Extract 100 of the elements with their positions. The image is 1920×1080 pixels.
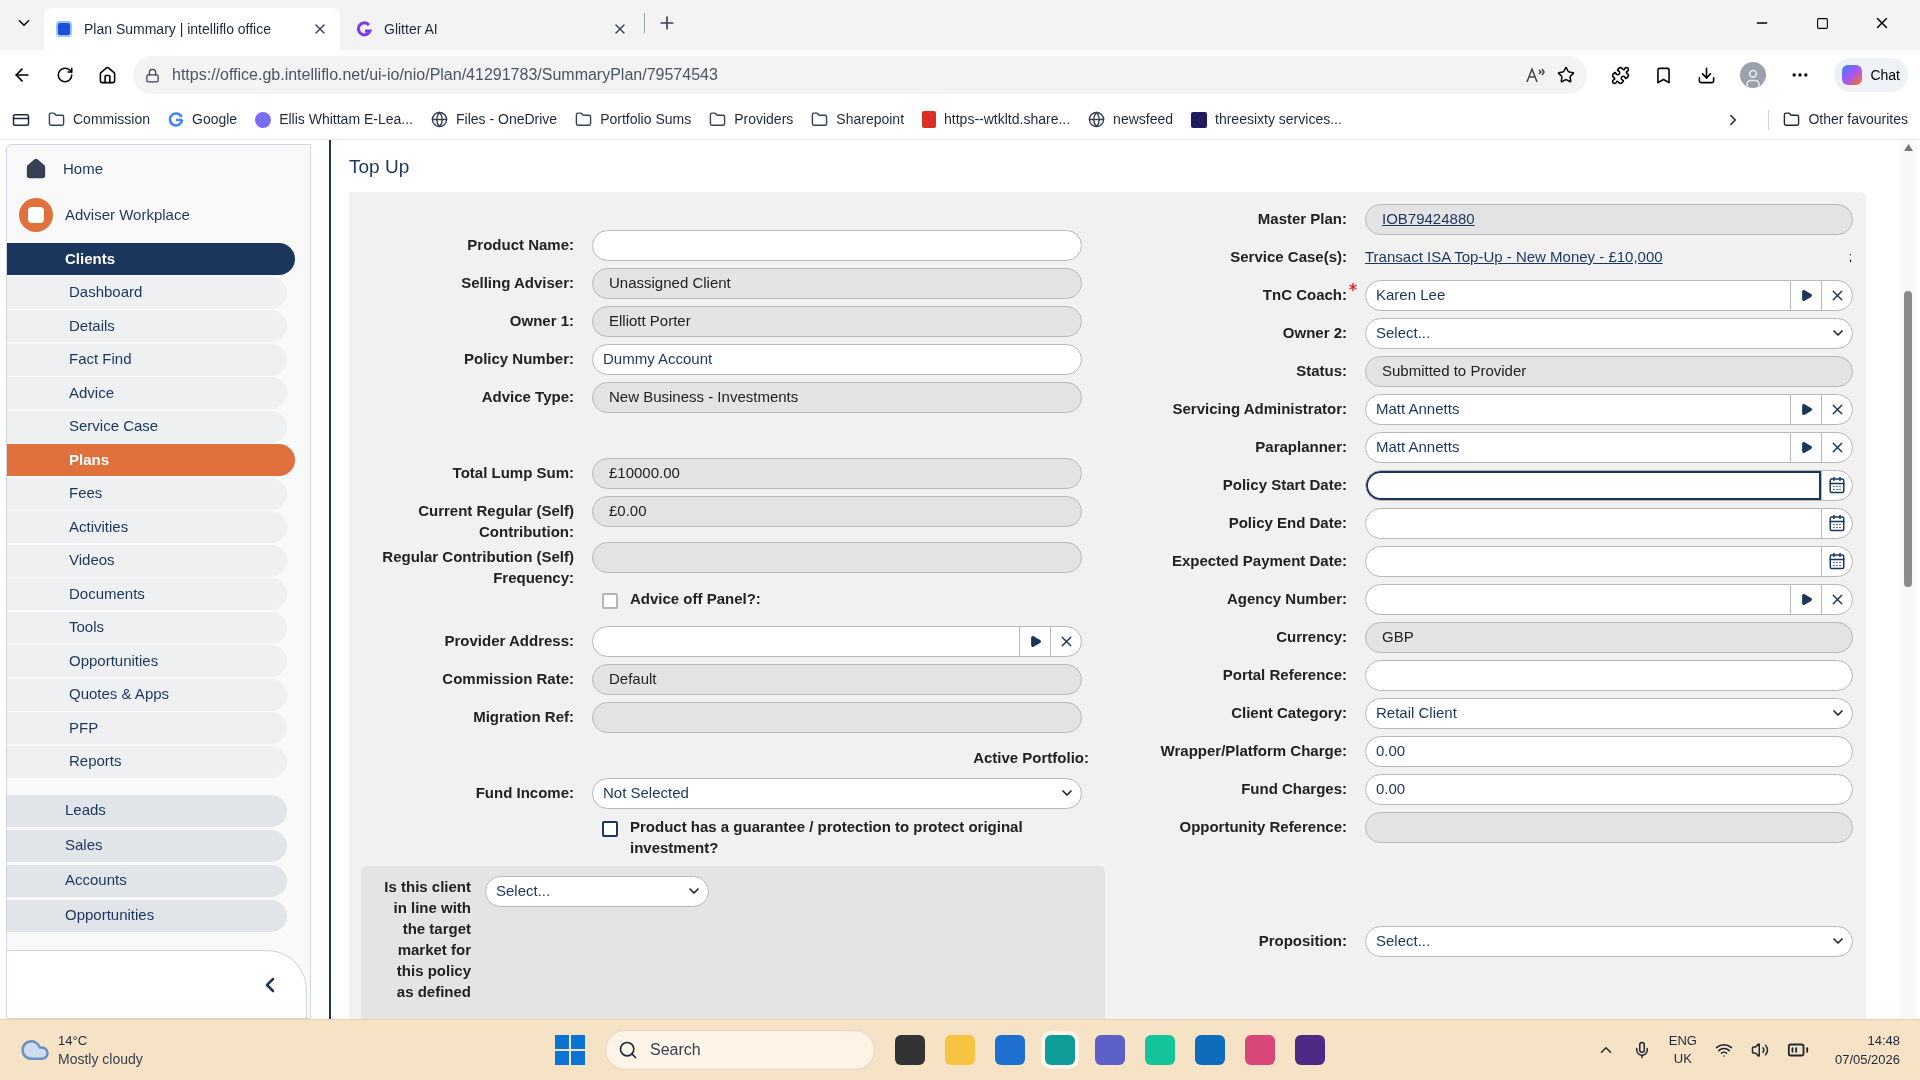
- select-field[interactable]: Select...: [485, 875, 709, 907]
- lookup-field[interactable]: Matt Annetts: [1365, 431, 1853, 463]
- browser-tab[interactable]: Plan Summary | intelliflo office: [44, 8, 340, 50]
- maximize-icon[interactable]: [1815, 16, 1829, 30]
- bookmark-item[interactable]: threesixty services...: [1191, 109, 1342, 130]
- input-field[interactable]: [592, 701, 1082, 733]
- language-text[interactable]: ENG: [1668, 1032, 1697, 1050]
- nav-item[interactable]: Activities: [7, 511, 287, 543]
- input-field[interactable]: [592, 229, 1082, 261]
- input-field[interactable]: [1365, 811, 1853, 843]
- weather-text: Mostly cloudy: [58, 1050, 143, 1069]
- field-label: Paraplanner:: [1255, 436, 1347, 457]
- lookup-field[interactable]: Matt Annetts: [1365, 393, 1853, 425]
- input-field[interactable]: £0.00: [592, 495, 1082, 527]
- nav-item[interactable]: Documents: [7, 578, 287, 610]
- start-icon[interactable]: [555, 1035, 585, 1065]
- input-field[interactable]: [1365, 659, 1853, 691]
- nav-item[interactable]: Dashboard: [7, 276, 287, 309]
- input-field[interactable]: IOB79424880: [1365, 203, 1853, 235]
- field-label: Migration Ref:: [473, 706, 574, 727]
- select-field[interactable]: Select...: [1365, 925, 1853, 957]
- checkbox[interactable]: [602, 820, 618, 837]
- date-field[interactable]: [1365, 545, 1853, 577]
- lookup-field[interactable]: [592, 625, 1082, 657]
- input-field[interactable]: Submitted to Provider: [1365, 355, 1853, 387]
- bookmark-item[interactable]: Providers: [709, 109, 794, 130]
- field-label: Portal Reference:: [1222, 664, 1347, 685]
- input-field[interactable]: New Business - Investments: [592, 381, 1082, 413]
- nav-item[interactable]: Advice: [7, 377, 287, 409]
- home-icon[interactable]: [98, 65, 117, 85]
- nav-item[interactable]: Details: [7, 310, 287, 342]
- bookmark-item[interactable]: Portfolio Sums: [575, 109, 692, 130]
- input-field[interactable]: Unassigned Client: [592, 267, 1082, 299]
- lookup-field[interactable]: [1365, 583, 1853, 615]
- nav-item[interactable]: PFP: [7, 712, 287, 744]
- nav-link[interactable]: Home: [7, 147, 310, 191]
- date-field[interactable]: [1365, 507, 1853, 539]
- bookmark-item[interactable]: Commission: [48, 109, 150, 130]
- select-field[interactable]: Not Selected: [592, 777, 1082, 809]
- nav-item[interactable]: Videos: [7, 544, 287, 577]
- service-case-link[interactable]: Transact ISA Top-Up - New Money - £10,000: [1365, 245, 1849, 269]
- reload-icon[interactable]: [56, 66, 74, 84]
- clock-time[interactable]: 14:48: [1867, 1031, 1900, 1050]
- lookup-field[interactable]: Karen Lee: [1365, 279, 1853, 311]
- input-field[interactable]: Default: [592, 663, 1082, 695]
- field-label: Client Category:: [1231, 702, 1347, 723]
- tab-title: Glitter AI: [384, 19, 439, 39]
- field-label: Owner 1:: [509, 310, 574, 331]
- input-field[interactable]: 0.00: [1365, 735, 1853, 767]
- nav-item[interactable]: Tools: [7, 611, 287, 644]
- bookmark-item[interactable]: Ellis Whittam E-Lea...: [255, 109, 413, 130]
- region-text[interactable]: UK: [1673, 1050, 1692, 1068]
- scrollbar-thumb[interactable]: [1904, 291, 1912, 587]
- nav-item[interactable]: Reports: [7, 745, 287, 778]
- nav-item[interactable]: Quotes & Apps: [7, 678, 287, 711]
- nav-section[interactable]: Opportunities: [7, 899, 287, 932]
- input-field[interactable]: Elliott Porter: [592, 305, 1082, 337]
- nav-section[interactable]: Leads: [7, 794, 287, 827]
- read-aloud-icon[interactable]: [1525, 66, 1546, 84]
- input-field[interactable]: 0.00: [1365, 773, 1853, 805]
- bookmark-item[interactable]: Google: [168, 109, 238, 130]
- nav-item[interactable]: Fees: [7, 477, 287, 510]
- field-label: Regular Contribution (Self) Frequency:: [381, 546, 574, 588]
- field-label: Opportunity Reference:: [1179, 816, 1347, 837]
- plan-link[interactable]: IOB79424880: [1382, 207, 1475, 231]
- input-field[interactable]: GBP: [1365, 621, 1853, 653]
- favorite-star-icon[interactable]: [1557, 66, 1576, 84]
- nav-item[interactable]: Opportunities: [7, 645, 287, 677]
- input-field[interactable]: [592, 541, 1082, 573]
- nav-link[interactable]: Adviser Workplace: [7, 191, 310, 239]
- clock-date[interactable]: 07/05/2026: [1834, 1050, 1900, 1069]
- nav-section[interactable]: Clients: [7, 243, 295, 275]
- nav-item[interactable]: Service Case: [7, 410, 287, 443]
- person-badge-icon: [19, 198, 53, 232]
- select-field[interactable]: Select...: [1365, 317, 1853, 349]
- browser-tab[interactable]: Glitter AI: [344, 8, 640, 50]
- nav-section[interactable]: Accounts: [7, 864, 287, 897]
- address-bar[interactable]: https://office.gb.intelliflo.net/ui-io/nio/Plan/41291783/SummaryPlan/79574543: [133, 56, 1588, 94]
- scroll-up-icon[interactable]: [1903, 144, 1913, 151]
- input-field[interactable]: £10000.00: [592, 457, 1082, 489]
- download-icon[interactable]: [1697, 65, 1717, 85]
- bookmark-item[interactable]: Other favourites: [1783, 109, 1908, 130]
- bookmark-item[interactable]: Sharepoint: [811, 109, 905, 130]
- field-label: Policy Start Date:: [1222, 474, 1347, 495]
- google-icon: [168, 111, 184, 128]
- search-field[interactable]: Search: [605, 1030, 875, 1070]
- extensions-icon[interactable]: [1611, 65, 1631, 85]
- wifi-icon[interactable]: [1714, 1041, 1733, 1059]
- nav-section[interactable]: Sales: [7, 829, 287, 862]
- input-field[interactable]: Dummy Account: [592, 343, 1082, 375]
- select-field[interactable]: Retail Client: [1365, 697, 1853, 729]
- profile-avatar[interactable]: [1740, 62, 1767, 88]
- nav-item[interactable]: Fact Find: [7, 343, 287, 376]
- bookmark-item[interactable]: Files - OneDrive: [431, 109, 558, 130]
- field-label: TnC Coach:: [1262, 283, 1347, 305]
- date-field[interactable]: [1365, 469, 1853, 501]
- chat-button[interactable]: Chat: [1834, 58, 1908, 92]
- bookmark-item[interactable]: https--wtkltd.share...: [922, 109, 1071, 130]
- bookmark-item[interactable]: newsfeed: [1088, 109, 1174, 130]
- volume-icon[interactable]: [1750, 1041, 1769, 1059]
